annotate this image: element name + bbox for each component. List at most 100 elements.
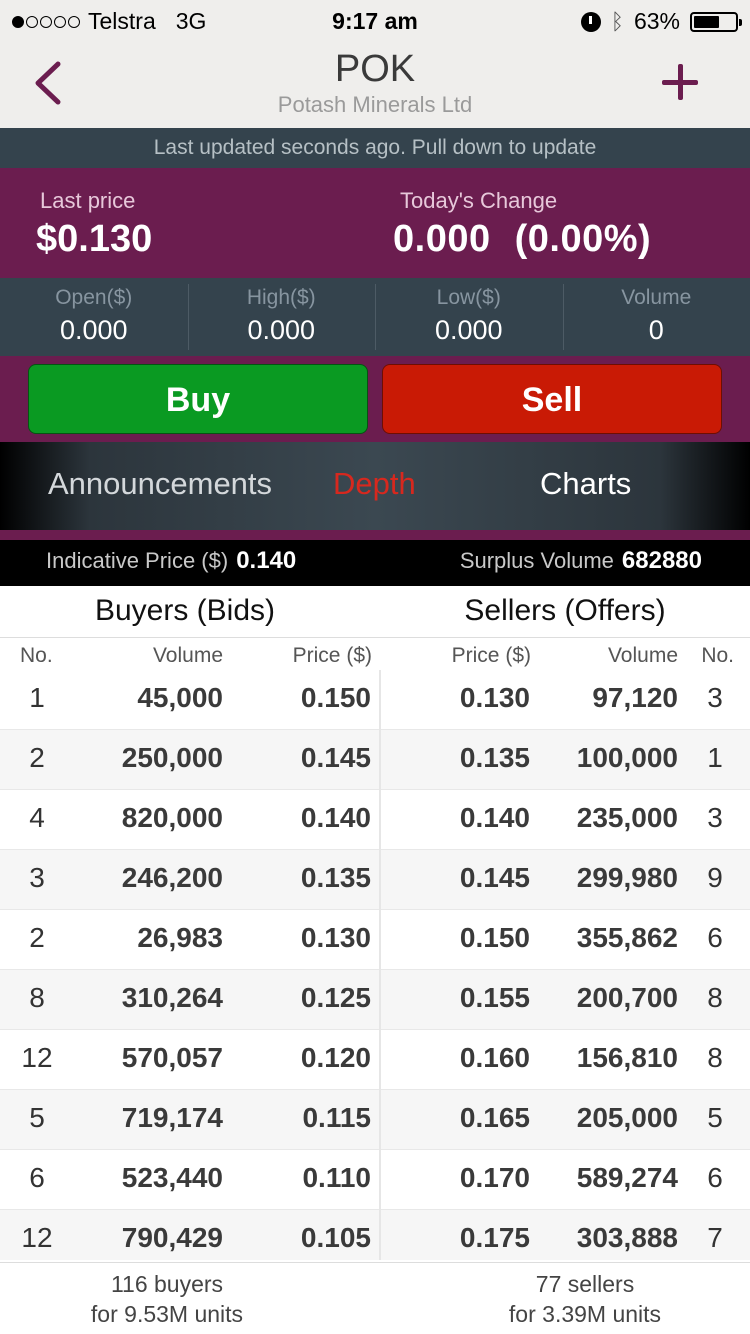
depth-header: Buyers (Bids) Sellers (Offers) (0, 586, 750, 638)
indicative-price-value: 0.140 (236, 547, 297, 574)
buyer-price: 0.110 (302, 1162, 371, 1193)
table-row: 12 570,057 0.120 0.160 156,810 8 (0, 1030, 750, 1090)
sellers-units: for 3.39M units (508, 1301, 662, 1327)
buyer-price: 0.120 (300, 1042, 371, 1073)
buyer-price: 0.145 (300, 742, 371, 773)
seller-price: 0.150 (459, 922, 530, 953)
network-type: 3G (175, 8, 207, 34)
last-updated-banner: Last updated seconds ago. Pull down to u… (0, 128, 750, 168)
buyer-count: 1 (29, 682, 45, 713)
table-row: 5 719,174 0.115 0.165 205,000 5 (0, 1090, 750, 1150)
col-buyer-no: No. (20, 644, 53, 667)
tab-depth[interactable]: Depth (333, 466, 416, 502)
col-seller-volume: Volume (607, 644, 678, 667)
stat-open: Open($) 0.000 (0, 278, 188, 356)
seller-price: 0.175 (459, 1222, 530, 1253)
buyer-price: 0.125 (300, 982, 371, 1013)
buyers-count: 116 buyers (110, 1271, 224, 1297)
col-buyer-price: Price ($) (292, 644, 372, 667)
buyer-volume: 26,983 (137, 922, 223, 953)
sellers-summary: 77 sellers for 3.39M units (420, 1269, 750, 1329)
stat-volume-value: 0 (648, 315, 664, 345)
buyer-volume: 719,174 (121, 1102, 223, 1133)
seller-volume: 235,000 (576, 802, 678, 833)
seller-price: 0.155 (459, 982, 530, 1013)
stat-open-value: 0.000 (59, 315, 128, 345)
nav-bar: POK Potash Minerals Ltd (0, 40, 750, 128)
stat-open-label: Open($) (55, 286, 133, 309)
buyer-count: 12 (21, 1042, 53, 1073)
seller-count: 3 (707, 802, 723, 833)
stat-volume-label: Volume (621, 286, 692, 309)
bluetooth-icon: ᛒ (610, 8, 624, 34)
signal-strength-icon (12, 15, 80, 28)
carrier-name: Telstra (88, 8, 156, 34)
seller-volume: 589,274 (576, 1162, 678, 1193)
stat-volume: Volume 0 (562, 278, 750, 356)
battery-icon (690, 11, 742, 32)
seller-volume: 303,888 (576, 1222, 678, 1253)
buyer-volume: 570,057 (121, 1042, 223, 1073)
company-name: Potash Minerals Ltd (277, 92, 473, 117)
depth-column-headers: No. Volume Price ($) Price ($) Volume No… (0, 638, 750, 674)
indicative-price-label: Indicative Price ($) (46, 548, 229, 573)
depth-summary-footer: 116 buyers for 9.53M units 77 sellers fo… (0, 1262, 750, 1334)
buyer-price: 0.130 (300, 922, 371, 953)
last-price-label: Last price (40, 188, 136, 213)
tab-divider (0, 530, 750, 540)
seller-count: 5 (707, 1102, 723, 1133)
buyer-count: 4 (29, 802, 45, 833)
seller-count: 6 (707, 922, 723, 953)
seller-count: 8 (707, 982, 723, 1013)
sell-button[interactable]: Sell (382, 364, 722, 434)
seller-volume: 97,120 (592, 682, 678, 713)
buyers-title: Buyers (Bids) (94, 594, 276, 627)
section-tabs: Announcements Depth Charts (0, 442, 750, 530)
buyer-volume: 246,200 (121, 862, 223, 893)
buyer-volume: 820,000 (121, 802, 223, 833)
seller-count: 1 (707, 742, 723, 773)
tab-announcements[interactable]: Announcements (48, 466, 272, 502)
depth-table[interactable]: 1 45,000 0.150 0.130 97,120 3 2 250,000 … (0, 670, 750, 1260)
buyer-price: 0.150 (300, 682, 371, 713)
seller-price: 0.130 (459, 682, 530, 713)
stat-low: Low($) 0.000 (375, 278, 563, 356)
alarm-icon (580, 11, 601, 32)
change-percent: (0.00%) (514, 218, 652, 260)
seller-volume: 100,000 (576, 742, 678, 773)
seller-price: 0.145 (459, 862, 530, 893)
price-panel: Last price $0.130 Today's Change 0.000 (0… (0, 168, 750, 278)
table-row: 2 26,983 0.130 0.150 355,862 6 (0, 910, 750, 970)
col-seller-price: Price ($) (451, 644, 531, 667)
buyer-price: 0.135 (300, 862, 371, 893)
add-to-watchlist-icon[interactable] (660, 62, 700, 102)
trade-actions: Buy Sell (0, 356, 750, 442)
seller-volume: 205,000 (576, 1102, 678, 1133)
seller-volume: 355,862 (576, 922, 678, 953)
buyer-price: 0.115 (302, 1102, 371, 1133)
surplus-volume: Surplus Volume 682880 (460, 547, 702, 575)
seller-volume: 299,980 (576, 862, 678, 893)
todays-change-label: Today's Change (400, 188, 558, 213)
seller-count: 8 (707, 1042, 723, 1073)
table-row: 6 523,440 0.110 0.170 589,274 6 (0, 1150, 750, 1210)
battery-percent: 63% (633, 8, 680, 34)
buyer-volume: 523,440 (121, 1162, 223, 1193)
sellers-count: 77 sellers (535, 1271, 635, 1297)
buyers-units: for 9.53M units (90, 1301, 244, 1327)
status-left: Telstra 3G (12, 8, 206, 35)
buyer-volume: 310,264 (121, 982, 223, 1013)
surplus-volume-value: 682880 (621, 547, 702, 574)
indicative-row: Indicative Price ($) 0.140 Surplus Volume… (0, 540, 750, 586)
col-buyer-volume: Volume (152, 644, 223, 667)
buy-button[interactable]: Buy (28, 364, 368, 434)
buyer-price: 0.140 (300, 802, 371, 833)
status-bar: Telstra 3G 9:17 am ᛒ 63% (0, 0, 750, 40)
tab-charts[interactable]: Charts (540, 466, 631, 502)
seller-volume: 156,810 (576, 1042, 678, 1073)
stat-low-label: Low($) (436, 286, 501, 309)
change-amount: 0.000 (393, 218, 491, 260)
stat-low-value: 0.000 (434, 315, 503, 345)
col-seller-no: No. (701, 644, 734, 667)
table-row: 2 250,000 0.145 0.135 100,000 1 (0, 730, 750, 790)
